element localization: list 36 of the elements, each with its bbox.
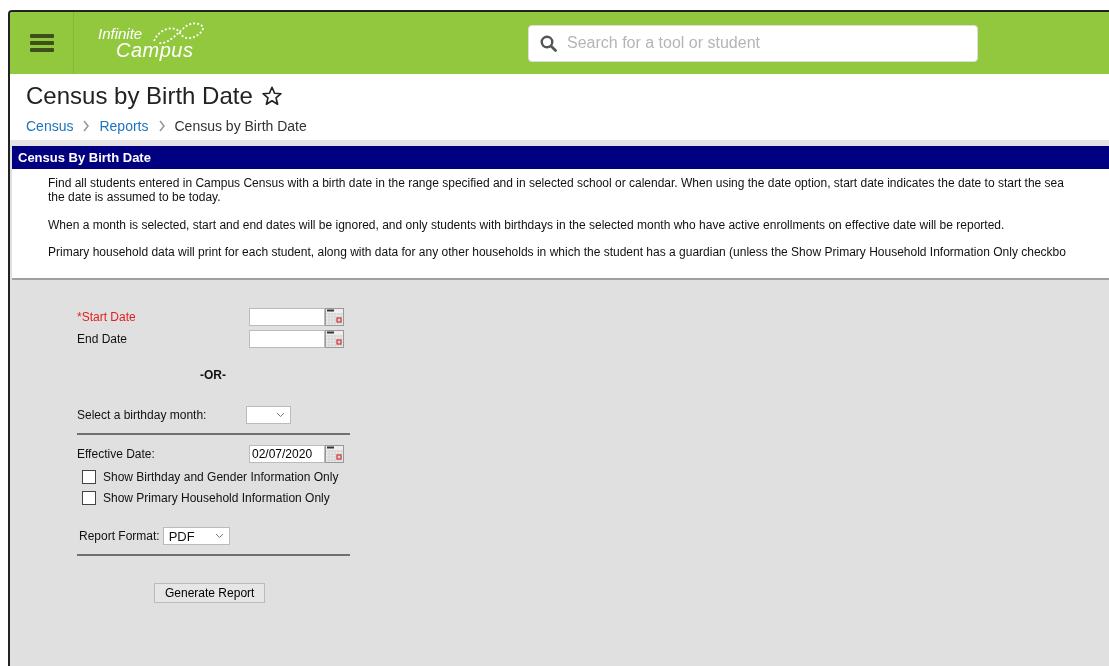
star-icon[interactable] [260,85,283,107]
panel-title: Census By Birth Date [12,146,1109,169]
logo-text: Infinite [98,25,143,42]
field-label: *Start Date [77,310,137,325]
checkbox-label: Show Primary Household Information Only [103,491,330,506]
calendar-icon[interactable] [325,445,344,464]
date-field[interactable] [249,308,325,327]
checkbox[interactable] [82,470,96,485]
calendar-icon[interactable] [325,330,344,349]
page-title: Census by Birth Date [26,82,253,110]
logo-text: Campus [116,39,194,62]
generate-report-button[interactable]: Generate Report [154,583,266,604]
chevron-icon [82,120,91,132]
month-dropdown[interactable] [246,406,291,425]
field-label: Report Format: [79,529,160,544]
chevron-icon [157,120,166,132]
caret-icon [214,533,224,540]
date-field[interactable] [249,330,325,349]
format-dropdown[interactable]: PDF [162,527,230,546]
calendar-icon[interactable] [325,308,344,327]
description-text: Find all students entered in Campus Census with a birth date in the range specified and in selected school or calendar. When using the date option, start date indicates the date to start the sea the date is assumed to be today. [48,177,1065,205]
checkbox[interactable] [82,491,96,506]
description-text: Primary household data will print for each student, along with data for any other households in which the student has a guardian (unless the Show Primary Household Information Only checkbo [48,246,1067,261]
caret-icon [276,412,285,419]
menu-icon[interactable] [29,33,54,53]
or-label: -OR- [199,368,227,383]
field-label: Select a birthday month: [77,408,208,423]
description-text: When a month is selected, start and end dates will be ignored, and only students with birthdays in the selected month who have active enrollments on effective date will be reported. [48,218,1006,233]
breadcrumb-link[interactable]: Census [26,118,74,134]
field-label: End Date [77,332,129,347]
date-field[interactable]: 02/07/2020 [249,445,325,464]
checkbox-label: Show Birthday and Gender Information Only [103,470,339,485]
field-label: Effective Date: [77,447,156,462]
breadcrumb-link[interactable]: Reports [99,118,149,134]
breadcrumb-current: Census by Birth Date [174,118,307,134]
search-field[interactable]: Search for a tool or student [528,24,978,62]
